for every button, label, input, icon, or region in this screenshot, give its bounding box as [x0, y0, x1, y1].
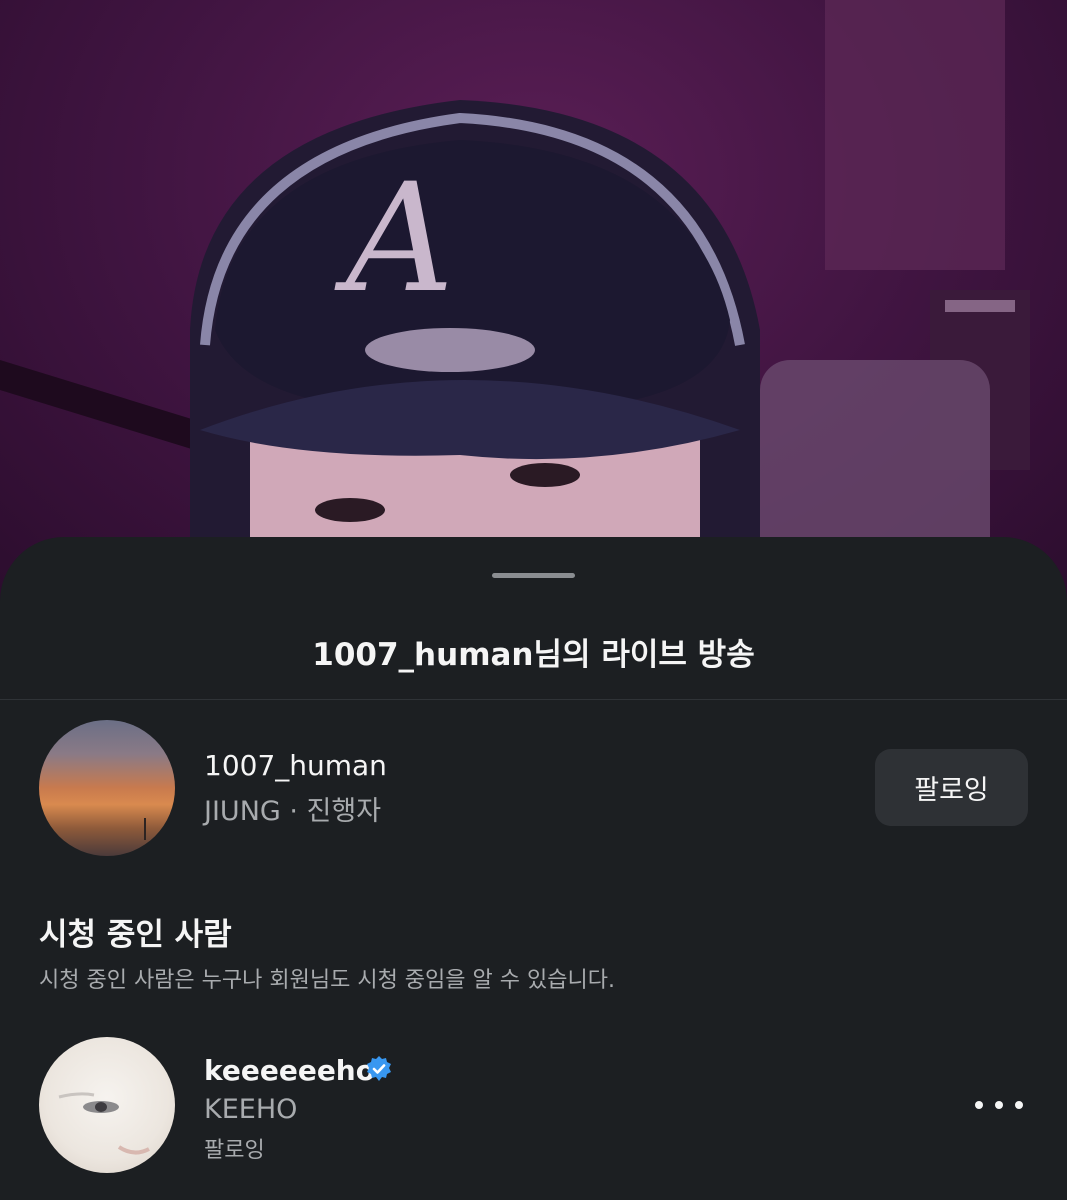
svg-text:A: A	[334, 152, 454, 326]
sheet-title: 1007_human님의 라이브 방송	[312, 637, 755, 673]
viewer-name: KEEHO	[204, 1094, 298, 1125]
viewers-section-title: 시청 중인 사람	[39, 917, 232, 953]
viewer-follow-status: 팔로잉	[204, 1138, 265, 1163]
live-video-frame: A	[0, 0, 1030, 600]
verified-badge-icon	[367, 1056, 391, 1081]
live-video-feed: A	[0, 0, 1067, 600]
divider	[0, 699, 1067, 700]
viewers-section-description: 시청 중인 사람은 누구나 회원님도 시청 중임을 알 수 있습니다.	[39, 968, 615, 993]
viewer-avatar-image	[58, 1092, 150, 1155]
sheet-drag-handle[interactable]	[492, 573, 575, 578]
host-username[interactable]: 1007_human	[204, 749, 387, 782]
more-options-icon[interactable]	[975, 1090, 1023, 1120]
live-info-sheet: 1007_human님의 라이브 방송 1007_human JIUNG · 진…	[0, 537, 1067, 1200]
host-subtitle: JIUNG · 진행자	[204, 796, 382, 827]
viewer-avatar[interactable]	[39, 1037, 175, 1173]
viewer-username[interactable]: keeeeeeho	[204, 1054, 375, 1087]
host-avatar[interactable]	[39, 720, 175, 856]
following-button[interactable]: 팔로잉	[875, 749, 1028, 826]
